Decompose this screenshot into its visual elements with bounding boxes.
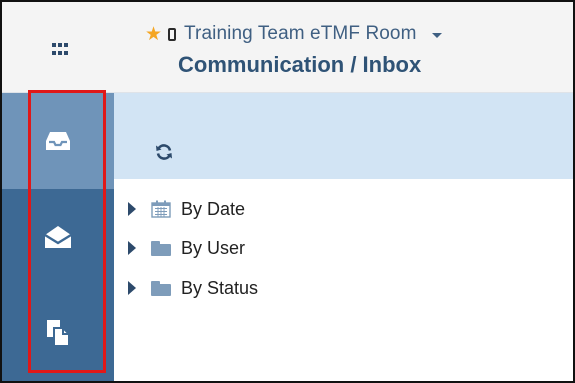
tree-item-by-status[interactable]: By Status <box>128 276 258 300</box>
expand-arrow-icon[interactable] <box>128 202 136 216</box>
tree-item-by-date[interactable]: By Date <box>128 197 245 221</box>
calendar-icon <box>151 200 171 218</box>
page-title: Communication / Inbox <box>178 52 422 77</box>
copy-documents-icon <box>47 320 70 347</box>
sidebar <box>2 93 114 381</box>
folder-icon <box>151 280 171 296</box>
app-window: ★ Training Team eTMF Room Communication … <box>0 0 575 383</box>
open-envelope-icon <box>44 226 72 248</box>
header: ★ Training Team eTMF Room Communication … <box>2 2 573 93</box>
tree-item-by-user[interactable]: By User <box>128 236 245 260</box>
sidebar-item-messages[interactable] <box>2 189 114 285</box>
expand-arrow-icon[interactable] <box>128 241 136 255</box>
refresh-button[interactable] <box>154 142 174 162</box>
room-selector[interactable]: ★ Training Team eTMF Room <box>145 22 442 46</box>
expand-arrow-icon[interactable] <box>128 281 136 295</box>
room-name: Training Team eTMF Room <box>184 23 417 44</box>
caret-down-icon[interactable] <box>431 32 442 38</box>
folder-icon <box>151 240 171 256</box>
star-icon[interactable]: ★ <box>145 25 162 44</box>
sidebar-item-inbox[interactable] <box>2 93 114 189</box>
folder-tree: By Date By User By Status <box>114 179 573 381</box>
apps-grid-icon[interactable] <box>52 43 68 57</box>
toolbar <box>114 93 573 179</box>
tree-item-label: By User <box>181 237 246 258</box>
refresh-icon <box>156 144 172 160</box>
phone-icon <box>168 27 177 41</box>
sidebar-item-documents[interactable] <box>2 285 114 381</box>
tree-item-label: By Date <box>181 198 246 219</box>
inbox-tray-icon <box>46 132 70 150</box>
tree-item-label: By Status <box>181 277 259 298</box>
